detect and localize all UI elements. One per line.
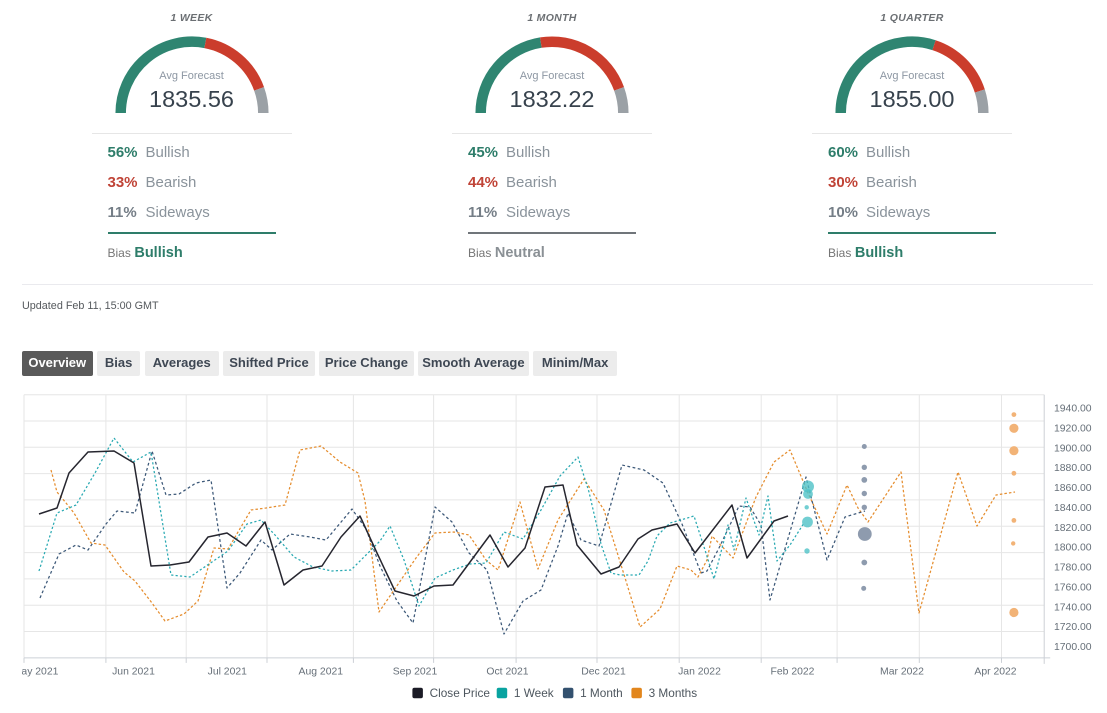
svg-text:Jun 2021: Jun 2021 <box>112 667 155 678</box>
svg-text:Close Price: Close Price <box>430 686 491 700</box>
svg-text:Mar 2022: Mar 2022 <box>880 667 924 678</box>
svg-text:Feb 2022: Feb 2022 <box>771 667 815 678</box>
svg-text:1920.00: 1920.00 <box>1054 424 1092 435</box>
svg-text:1880.00: 1880.00 <box>1054 463 1092 474</box>
svg-text:1740.00: 1740.00 <box>1054 602 1092 613</box>
svg-text:Jul 2021: Jul 2021 <box>208 667 248 678</box>
svg-text:Dec 2021: Dec 2021 <box>581 667 626 678</box>
svg-text:1940.00: 1940.00 <box>1054 404 1092 415</box>
svg-text:Jan 2022: Jan 2022 <box>678 667 721 678</box>
svg-text:1720.00: 1720.00 <box>1054 622 1092 633</box>
svg-text:1820.00: 1820.00 <box>1054 523 1092 534</box>
svg-text:1700.00: 1700.00 <box>1054 642 1092 653</box>
svg-text:May 2021: May 2021 <box>13 667 59 678</box>
svg-text:1760.00: 1760.00 <box>1054 582 1092 593</box>
svg-text:1780.00: 1780.00 <box>1054 563 1092 574</box>
svg-text:1800.00: 1800.00 <box>1054 543 1092 554</box>
svg-text:Apr 2022: Apr 2022 <box>974 667 1016 678</box>
svg-text:Aug 2021: Aug 2021 <box>299 667 344 678</box>
svg-text:3 Months: 3 Months <box>649 686 698 700</box>
svg-text:1900.00: 1900.00 <box>1054 443 1092 454</box>
svg-text:1 Week: 1 Week <box>514 686 554 700</box>
svg-text:Oct 2021: Oct 2021 <box>486 667 528 678</box>
svg-text:1860.00: 1860.00 <box>1054 483 1092 494</box>
svg-text:Sep 2021: Sep 2021 <box>393 667 438 678</box>
svg-text:1 Month: 1 Month <box>580 686 623 700</box>
svg-text:1840.00: 1840.00 <box>1054 503 1092 514</box>
